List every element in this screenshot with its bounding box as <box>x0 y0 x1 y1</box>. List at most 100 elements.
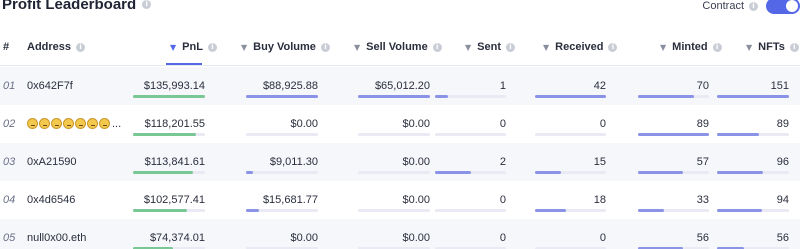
minted-bar-track <box>638 133 709 136</box>
received-value: 42 <box>593 80 606 92</box>
buy-volume-bar-fill <box>246 209 259 212</box>
received-value: 18 <box>593 194 606 206</box>
info-icon[interactable]: i <box>142 0 152 9</box>
nfts-bar-track <box>717 171 789 174</box>
buy-volume-value: $9,011.30 <box>269 156 318 168</box>
contract-filter: Contract i <box>702 0 800 14</box>
column-header-sent[interactable]: ▼ Sent i <box>465 41 515 53</box>
nfts-bar-fill <box>717 95 789 98</box>
rank-cell: 01 <box>3 80 16 92</box>
worried-face-icon <box>75 118 86 129</box>
minted-bar-fill <box>638 95 694 98</box>
minted-bar-fill <box>638 133 709 136</box>
minted-bar-fill <box>638 209 664 212</box>
sent-value: 0 <box>499 232 506 244</box>
received-value: 0 <box>599 232 606 244</box>
pnl-bar-track <box>133 171 205 174</box>
nfts-value: 151 <box>770 80 789 92</box>
column-header-received[interactable]: ▼ Received i <box>543 41 618 53</box>
column-header-pnl[interactable]: ▼ PnL i <box>170 41 217 53</box>
minted-value: 70 <box>696 80 709 92</box>
minted-bar-track <box>638 171 709 174</box>
sent-bar-track <box>435 171 506 174</box>
sent-bar-fill <box>435 95 448 98</box>
pnl-bar-track <box>133 209 205 212</box>
info-icon[interactable]: i <box>432 42 442 52</box>
info-icon[interactable]: i <box>320 42 330 52</box>
info-icon[interactable]: i <box>749 1 758 11</box>
address-link[interactable]: null0x00.eth <box>27 232 86 244</box>
sell-volume-bar-track <box>358 171 430 174</box>
buy-volume-bar-fill <box>246 171 253 174</box>
info-icon[interactable]: i <box>76 42 86 52</box>
sell-volume-value: $0.00 <box>402 232 430 244</box>
sent-value: 0 <box>499 118 506 130</box>
sort-icon: ▼ <box>543 42 550 52</box>
buy-volume-bar-fill <box>246 95 318 98</box>
table-row[interactable]: 04 0x4d6546 $102,577.41 $15,681.77 $0.00 0 18 3… <box>0 181 800 219</box>
sort-icon: ▼ <box>465 42 472 52</box>
buy-volume-bar-track <box>246 95 318 98</box>
nfts-value: 56 <box>776 232 789 244</box>
column-header-address[interactable]: Address i <box>27 41 86 53</box>
column-header-label: PnL <box>182 41 203 53</box>
buy-volume-value: $0.00 <box>290 232 318 244</box>
active-sort-indicator <box>166 63 202 65</box>
info-icon[interactable]: i <box>712 42 722 52</box>
nfts-bar-track <box>717 133 789 136</box>
received-bar-fill <box>535 95 606 98</box>
table-row[interactable]: 02... $118,201.55 $0.00 $0.00 0 0 89 89 <box>0 105 800 143</box>
info-icon[interactable]: i <box>506 42 515 52</box>
address-link[interactable]: 0xA21590 <box>27 156 77 168</box>
address-link[interactable]: ... <box>27 118 121 130</box>
table-row[interactable]: 03 0xA21590 $113,841.61 $9,011.30 $0.00 2 15 57… <box>0 143 800 181</box>
info-icon[interactable]: i <box>608 42 618 52</box>
column-header-label: NFTs <box>758 41 785 53</box>
received-bar-track <box>535 171 606 174</box>
table-header: # Address i ▼ PnL i ▼ Buy Volume i ▼ Sel… <box>0 28 800 66</box>
minted-bar-track <box>638 95 709 98</box>
info-icon[interactable]: i <box>207 42 217 52</box>
column-header-rank: # <box>3 41 9 53</box>
address-link[interactable]: 0x4d6546 <box>27 194 75 206</box>
rank-cell: 05 <box>3 232 16 244</box>
toggle-knob <box>786 0 798 12</box>
minted-value: 56 <box>696 232 709 244</box>
pnl-bar-fill <box>133 133 196 136</box>
minted-value: 33 <box>696 194 709 206</box>
rank-cell: 03 <box>3 156 16 168</box>
buy-volume-value: $88,925.88 <box>262 80 318 92</box>
worried-face-icon <box>99 118 110 129</box>
sort-icon: ▼ <box>354 42 361 52</box>
contract-label: Contract <box>702 0 744 12</box>
sell-volume-value: $0.00 <box>402 156 430 168</box>
pnl-value: $102,577.41 <box>143 194 205 206</box>
sell-volume-bar-fill <box>358 95 430 98</box>
column-header-label: Sell Volume <box>366 41 428 53</box>
info-icon[interactable]: i <box>789 42 799 52</box>
nfts-bar-fill <box>717 133 759 136</box>
sell-volume-value: $65,012.20 <box>374 80 430 92</box>
column-header-nfts[interactable]: ▼ NFTs i <box>746 41 799 53</box>
table-row[interactable]: 01 0x642F7f $135,993.14 $88,925.88 $65,012.2… <box>0 67 800 105</box>
column-header-label: Minted <box>672 41 708 53</box>
column-header-sell-volume[interactable]: ▼ Sell Volume i <box>354 41 442 53</box>
sort-icon: ▼ <box>660 42 667 52</box>
column-header-minted[interactable]: ▼ Minted i <box>660 41 722 53</box>
column-header-buy-volume[interactable]: ▼ Buy Volume i <box>241 41 330 53</box>
buy-volume-value: $0.00 <box>290 118 318 130</box>
pnl-bar-fill <box>133 171 193 174</box>
address-link[interactable]: 0x642F7f <box>27 80 73 92</box>
contract-toggle[interactable] <box>766 0 800 14</box>
received-bar-track <box>535 133 606 136</box>
nfts-bar-track <box>717 95 789 98</box>
sent-bar-fill <box>435 171 471 174</box>
table-row[interactable]: 05 null0x00.eth $74,374.01 $0.00 $0.00 0 0 56 56 <box>0 219 800 249</box>
received-bar-fill <box>535 209 566 212</box>
column-header-label: Received <box>555 41 604 53</box>
pnl-value: $118,201.55 <box>144 118 205 130</box>
buy-volume-bar-track <box>246 171 318 174</box>
column-header-label: Address <box>27 41 72 53</box>
buy-volume-bar-track <box>246 209 318 212</box>
received-bar-track <box>535 95 606 98</box>
